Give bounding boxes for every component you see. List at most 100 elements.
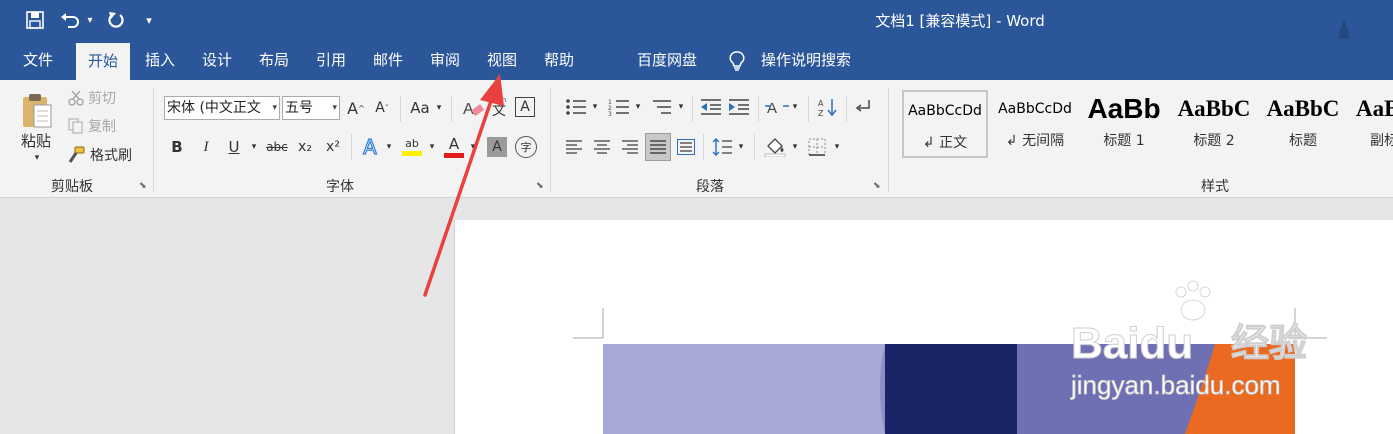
document-page[interactable]: Baidu 经验 jingyan.baidu.com [454, 220, 1393, 434]
line-spacing-icon[interactable] [710, 136, 734, 158]
style-name: ↲ 无间隔 [1005, 133, 1065, 149]
chevron-down-icon: ▾ [272, 103, 277, 113]
bullets-icon[interactable] [562, 96, 590, 118]
sort-icon[interactable]: AZ [816, 96, 840, 118]
chinese-layout-icon[interactable]: A [764, 96, 790, 118]
style-normal[interactable]: AaBbCcDd ↲ 正文 [902, 90, 988, 158]
align-center-icon[interactable] [591, 136, 613, 158]
distributed-icon[interactable] [675, 136, 697, 158]
style-no-spacing[interactable]: AaBbCcDd ↲ 无间隔 [990, 90, 1080, 158]
tab-file[interactable]: 文件 [12, 40, 64, 80]
style-preview: AaBbC [1266, 96, 1340, 121]
style-heading-1[interactable]: AaBb 标题 1 [1082, 90, 1166, 158]
title-bar: ▾ ▾ 文档1 [兼容模式] - Word [0, 0, 1393, 40]
redo-icon[interactable] [104, 8, 128, 32]
tab-references[interactable]: 引用 [305, 40, 357, 80]
cut-button[interactable]: 剪切 [88, 88, 116, 108]
undo-dropdown-icon[interactable]: ▾ [84, 8, 96, 32]
tab-layout[interactable]: 布局 [248, 40, 300, 80]
lightbulb-icon[interactable] [728, 51, 746, 75]
format-painter-icon[interactable] [66, 145, 86, 165]
align-left-icon[interactable] [563, 136, 585, 158]
styles-group-label: 样式 [1201, 179, 1229, 195]
tab-home[interactable]: 开始 [76, 43, 130, 80]
font-size-combo[interactable]: 五号 ▾ [282, 96, 340, 120]
tell-me-search[interactable]: 操作说明搜索 [750, 40, 862, 80]
paste-dropdown-icon[interactable]: ▾ [30, 152, 44, 164]
line-spacing-dropdown-icon[interactable]: ▾ [736, 141, 746, 153]
svg-text:Z: Z [818, 109, 824, 117]
ribbon-tab-bar: 文件 开始 插入 设计 布局 引用 邮件 审阅 视图 帮助 百度网盘 操作说明搜… [0, 40, 1393, 80]
shading-dropdown-icon[interactable]: ▾ [790, 141, 800, 153]
style-preview: AaBbCcDd [998, 101, 1072, 117]
style-subtitle[interactable]: AaB 副标 [1352, 90, 1393, 158]
style-title[interactable]: AaBbC 标题 [1260, 90, 1346, 158]
style-preview: AaB [1356, 96, 1393, 121]
shading-icon[interactable] [762, 136, 788, 158]
italic-button[interactable]: I [196, 136, 216, 158]
svg-text:A: A [767, 100, 777, 116]
style-name: 标题 2 [1193, 133, 1235, 149]
grow-font-button[interactable]: A ^ [346, 97, 366, 119]
separator [754, 134, 755, 160]
paste-icon[interactable] [14, 90, 58, 130]
jingyan-logo-text: 经验 [1230, 321, 1308, 365]
increase-indent-icon[interactable] [726, 96, 752, 118]
shrink-font-button[interactable]: Aˇ [372, 97, 392, 119]
group-separator [550, 88, 551, 192]
svg-text:3: 3 [608, 111, 612, 116]
font-size-value: 五号 [285, 100, 313, 116]
bullets-dropdown-icon[interactable]: ▾ [590, 101, 600, 113]
chinese-layout-dropdown-icon[interactable]: ▾ [790, 101, 800, 113]
align-right-icon[interactable] [619, 136, 641, 158]
text-effects-button[interactable]: A [358, 134, 382, 159]
justify-icon[interactable] [645, 133, 671, 161]
separator [692, 96, 693, 122]
font-dialog-launcher-icon[interactable]: ⬊ [536, 181, 546, 191]
tab-baidu-netdisk[interactable]: 百度网盘 [626, 40, 708, 80]
clipboard-dialog-launcher-icon[interactable]: ⬊ [139, 181, 149, 191]
undo-icon[interactable] [58, 8, 82, 32]
tab-mailings[interactable]: 邮件 [362, 40, 414, 80]
save-icon[interactable] [24, 8, 46, 32]
style-name: 标题 [1289, 133, 1317, 149]
tab-design[interactable]: 设计 [191, 40, 243, 80]
paragraph-dialog-launcher-icon[interactable]: ⬊ [873, 181, 883, 191]
style-heading-2[interactable]: AaBbC 标题 2 [1170, 90, 1258, 158]
multilevel-dropdown-icon[interactable]: ▾ [676, 101, 686, 113]
borders-icon[interactable] [806, 136, 828, 158]
tab-insert[interactable]: 插入 [134, 40, 186, 80]
paste-button[interactable]: 粘贴 [14, 130, 58, 150]
subscript-button[interactable]: x₂ [294, 136, 316, 158]
underline-dropdown-icon[interactable]: ▾ [248, 141, 260, 153]
strikethrough-button[interactable]: abc [264, 136, 290, 158]
numbering-dropdown-icon[interactable]: ▾ [633, 101, 643, 113]
bold-button[interactable]: B [167, 136, 187, 158]
margin-corner-mark [573, 308, 604, 339]
baidu-watermark: Baidu 经验 jingyan.baidu.com [1070, 280, 1331, 410]
multilevel-list-icon[interactable] [648, 96, 676, 118]
copy-icon[interactable] [66, 116, 86, 136]
chevron-down-icon: ▾ [332, 103, 337, 113]
numbering-icon[interactable]: 123 [605, 96, 633, 118]
annotation-arrow [423, 74, 504, 297]
style-preview: AaBbCcDd [908, 103, 982, 119]
underline-button[interactable]: U [224, 136, 244, 158]
grow-font-icon: A [347, 98, 359, 118]
cut-icon[interactable] [66, 88, 86, 108]
style-name: ↲ 正文 [922, 135, 968, 151]
show-hide-marks-icon[interactable] [852, 96, 876, 118]
borders-dropdown-icon[interactable]: ▾ [832, 141, 842, 153]
superscript-button[interactable]: x² [322, 136, 344, 158]
customize-quick-access-icon[interactable]: ▾ [142, 8, 156, 32]
copy-button[interactable]: 复制 [88, 116, 116, 136]
baidu-paw-icon [1175, 280, 1211, 321]
format-painter-button[interactable]: 格式刷 [90, 145, 132, 165]
text-effects-dropdown-icon[interactable]: ▾ [384, 141, 394, 153]
tab-help[interactable]: 帮助 [533, 40, 585, 80]
svg-text:A: A [818, 99, 824, 108]
font-group-label: 字体 [326, 179, 354, 195]
font-name-combo[interactable]: 宋体 (中文正文 ▾ [164, 96, 280, 120]
decrease-indent-icon[interactable] [698, 96, 724, 118]
separator [758, 96, 759, 122]
